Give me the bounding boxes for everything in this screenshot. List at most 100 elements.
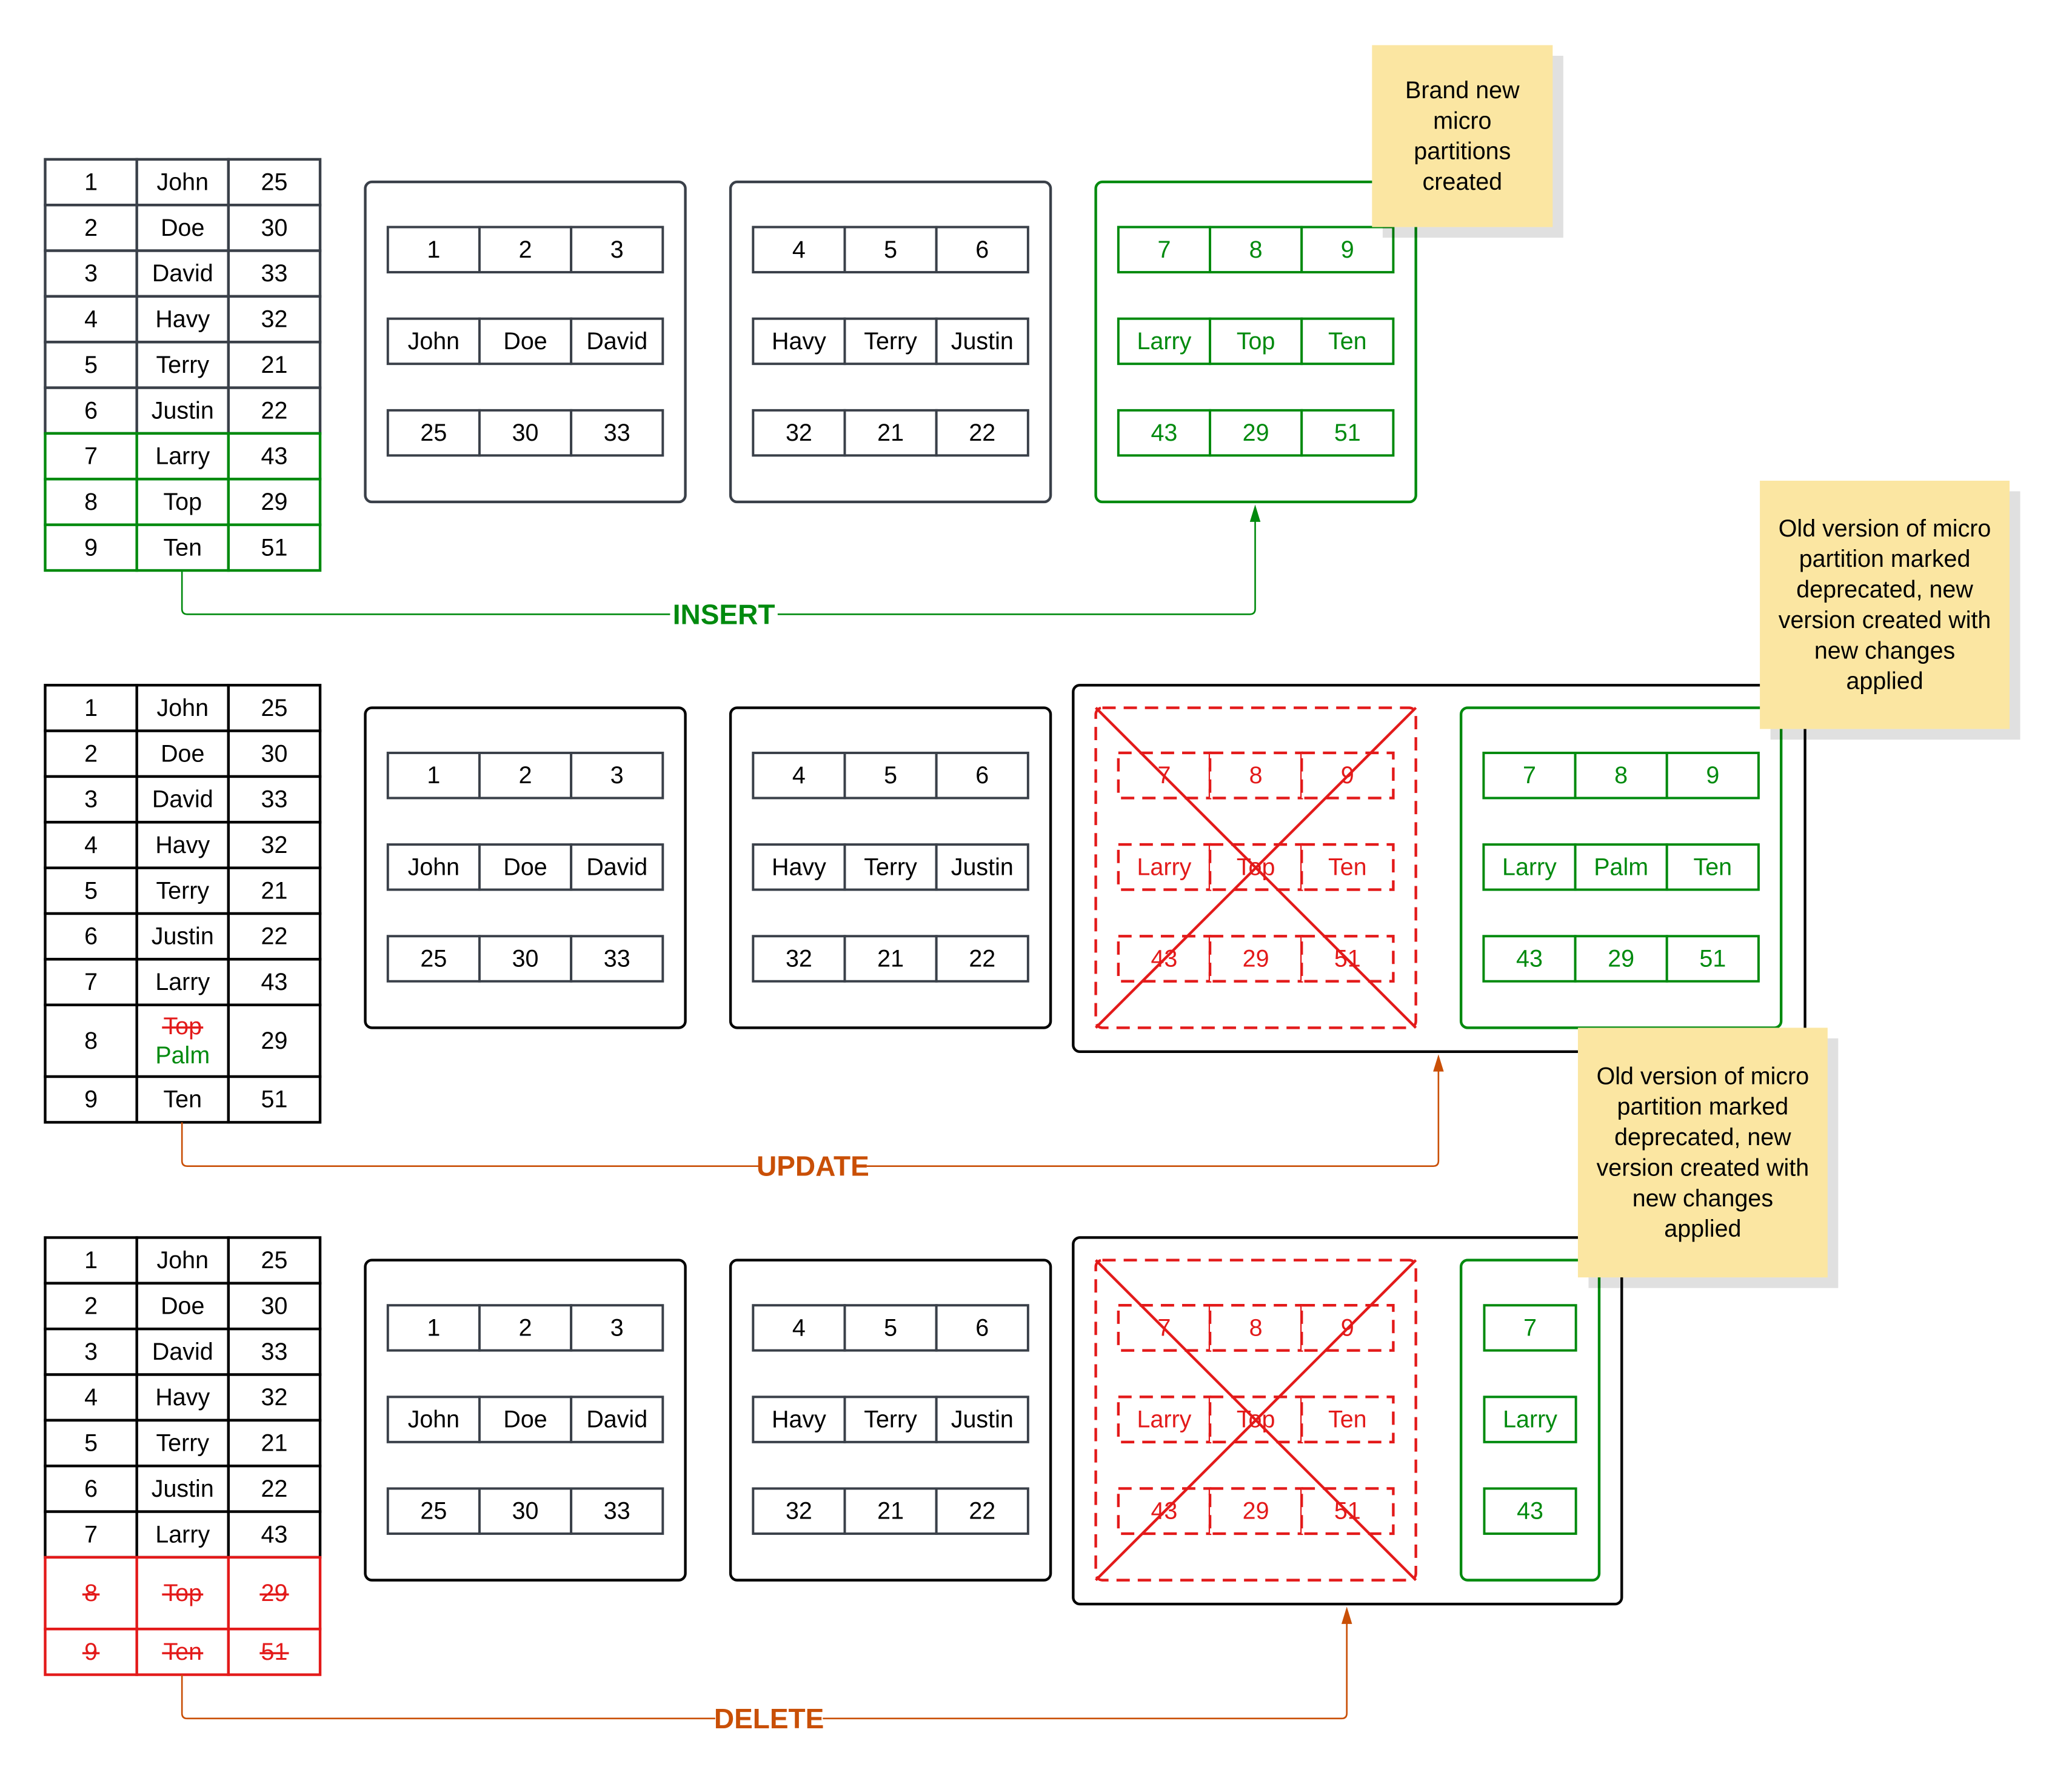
partition-value: 2 <box>519 236 532 263</box>
cell-value: 7 <box>84 969 98 995</box>
partition-row: 789 <box>1117 226 1395 274</box>
partition-value: Top <box>1237 328 1275 355</box>
cell-value: 32 <box>261 306 288 333</box>
partition-value: Ten <box>1328 854 1367 880</box>
partition-value: 6 <box>975 1314 989 1341</box>
partition-value: 4 <box>792 1314 806 1341</box>
cell-value: John <box>157 1247 209 1274</box>
cell-value: 4 <box>84 832 98 858</box>
cell-value: 21 <box>261 1430 288 1457</box>
table-row: 7 Larry 43 <box>44 958 322 1006</box>
partition-value: 6 <box>975 236 989 263</box>
partition-row: 789 <box>1117 1304 1395 1352</box>
note-line: deprecated, new <box>1796 577 1973 603</box>
partition-value: John <box>408 854 460 880</box>
note-line: micro <box>1433 107 1491 134</box>
cell-value: 22 <box>261 1476 288 1502</box>
table-row: 6 Justin 22 <box>44 912 322 961</box>
partition-value: 5 <box>884 1314 897 1341</box>
note-line: partition marked <box>1799 546 1971 572</box>
table-row: 4 Havy 32 <box>44 821 322 869</box>
table-row: 5 Terry 21 <box>44 1419 322 1468</box>
partition-row: 43 29 51 <box>1117 409 1395 457</box>
partition-value: Terry <box>864 854 917 880</box>
partition-value: 32 <box>786 1498 812 1525</box>
partition-row: Larry Palm Ten <box>1482 843 1760 891</box>
partition-value: 29 <box>1243 946 1269 972</box>
cell-value: John <box>157 169 209 196</box>
note-line: new changes <box>1814 637 1955 664</box>
table-row: 2 Doe 30 <box>44 1282 322 1331</box>
partition-value: Ten <box>1328 328 1367 355</box>
cell-value: 9 <box>84 534 98 561</box>
partition-value: Havy <box>772 328 826 355</box>
cell-value: 1 <box>84 169 98 196</box>
partition-value: 30 <box>512 1498 539 1525</box>
partition-row: John Doe David <box>386 843 664 891</box>
micro-partition-4: 7 8 9 Larry Palm Ten 43 29 51 <box>1459 706 1783 1029</box>
table-row: 9 Ten 51 <box>44 1628 322 1676</box>
partition-value: 29 <box>1608 946 1634 972</box>
cell-value: 7 <box>84 1521 98 1548</box>
cell-value: 8 <box>84 489 98 515</box>
cell-value: 5 <box>84 877 98 904</box>
cell-value: 29 <box>261 1580 288 1606</box>
table-row: 5 Terry 21 <box>44 341 322 389</box>
partition-value: 2 <box>519 762 532 789</box>
partition-row: Havy Terry Justin <box>752 317 1029 366</box>
table-row: 5 Terry 21 <box>44 866 322 915</box>
cell-value: Terry <box>156 877 209 904</box>
partition-value: 51 <box>1334 419 1361 446</box>
cell-value: 33 <box>261 1339 288 1365</box>
partition-value: 29 <box>1243 1498 1269 1525</box>
note-line: applied <box>1664 1215 1741 1242</box>
arrow-head-icon <box>1249 504 1261 522</box>
partition-value: 3 <box>610 762 624 789</box>
cell-value: Justin <box>152 397 214 424</box>
partition-value: Palm <box>1594 854 1648 880</box>
cell-value: 6 <box>84 397 98 424</box>
operation-label: INSERT <box>673 598 775 630</box>
partition-value: David <box>586 1406 647 1433</box>
partition-value: 43 <box>1151 419 1178 446</box>
partition-row: 32 21 22 <box>752 409 1029 457</box>
cell-value: Havy <box>155 1384 210 1411</box>
partition-row: John Doe David <box>386 317 664 366</box>
partition-value: Doe <box>503 328 547 355</box>
table-row: 4 Havy 32 <box>44 1373 322 1422</box>
cell-value: Doe <box>161 740 204 767</box>
arrow-head-icon <box>1341 1606 1352 1624</box>
partition-value: 25 <box>420 946 447 972</box>
partition-value: David <box>586 854 647 880</box>
cell-value: Justin <box>152 923 214 950</box>
cell-value: 2 <box>84 1293 98 1320</box>
source-table: 1 John 25 2 Doe 30 3 David 33 4 Havy 32 5 Terry 21 6 Jus… <box>44 158 322 572</box>
cell-value: 8 <box>84 1028 98 1054</box>
sticky-note: Old version of micro partition marked depr… <box>1760 480 2020 740</box>
table-row: 8 Top 29 <box>44 1556 322 1631</box>
partition-value: 8 <box>1249 762 1263 789</box>
cell-value: 3 <box>84 260 98 287</box>
operation-arrow: DELETE <box>181 1606 1352 1735</box>
cell-value: Terry <box>156 352 209 378</box>
cell-value: 29 <box>261 1028 288 1054</box>
partition-value: 51 <box>1699 946 1726 972</box>
table-row: 7 Larry 43 <box>44 432 322 481</box>
cell-value: Doe <box>161 1293 204 1320</box>
partition-row: 43 <box>1483 1487 1577 1535</box>
partition-value: 7 <box>1523 1314 1537 1341</box>
partition-value: Justin <box>951 1406 1014 1433</box>
table-row: 6 Justin 22 <box>44 1465 322 1513</box>
partition-row: 4 5 6 <box>752 1304 1029 1352</box>
note-background <box>1372 45 1553 227</box>
note-line: partitions <box>1414 138 1511 165</box>
micro-partition-1: 1 2 3 John Doe David 25 30 33 <box>364 706 687 1029</box>
cell-value: Ten <box>163 1639 202 1665</box>
partition-value: Larry <box>1137 854 1192 880</box>
partition-row: 7 <box>1483 1304 1577 1352</box>
micro-partition-2: 4 5 6 Havy Terry Justin 32 21 22 <box>729 706 1052 1029</box>
partition-value: 32 <box>786 946 812 972</box>
partition-value: 32 <box>786 419 812 446</box>
cell-value: Larry <box>155 443 210 470</box>
cell-value: 51 <box>261 534 288 561</box>
